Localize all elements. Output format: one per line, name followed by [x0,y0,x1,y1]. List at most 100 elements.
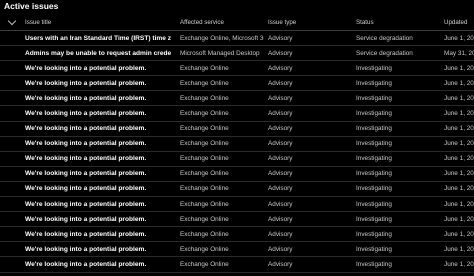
updated-date: June 1, 2023 [444,34,474,42]
table-row[interactable]: Admins may be unable to request admin cr… [0,46,474,62]
table-row[interactable]: We're looking into a potential problem. E… [0,257,474,273]
issue-type: Advisory [268,94,293,102]
table-row[interactable]: We're looking into a potential problem. E… [0,227,474,243]
issue-title-link[interactable]: We're looking into a potential problem. [25,227,171,241]
updated-date: June 1, 2023 [444,185,474,193]
row-select-circle [8,34,16,42]
issue-status: Service degradation [356,34,413,42]
issue-type: Advisory [268,185,293,193]
column-header-updated[interactable]: Updated [444,14,474,30]
row-select-toggle[interactable] [6,46,18,60]
updated-date: June 1, 2023 [444,94,474,102]
issue-type: Advisory [268,79,293,87]
issue-type: Advisory [268,273,350,276]
affected-service: Exchange Online [180,245,229,253]
issue-title-link[interactable]: We're looking into a potential problem. [25,167,171,181]
affected-service: Exchange Online, Microsoft 365 sui [180,34,264,42]
table-row[interactable]: We're looking into a potential problem. E… [0,197,474,213]
issue-status: Investigating [356,273,440,276]
column-header-service[interactable]: Affected service [180,14,264,30]
row-select-toggle[interactable] [6,76,18,90]
column-header-title[interactable]: Issue title [25,14,171,30]
affected-service: Exchange Online [180,79,229,87]
issue-title-link[interactable]: We're looking into a potential problem. [25,212,171,226]
updated-date: June 1, 2023 [444,79,474,87]
row-select-toggle[interactable] [6,257,18,271]
updated-date: June 1, 2023 [444,110,474,118]
row-select-circle [8,140,16,148]
row-select-circle [8,79,16,87]
row-select-toggle[interactable] [6,61,18,75]
issue-title-link[interactable]: We're looking into a potential problem. [25,106,171,120]
issue-title-link[interactable]: We're looking into a potential problem. [25,273,171,276]
row-select-toggle[interactable] [6,137,18,151]
table-row[interactable]: We're looking into a potential problem. E… [0,212,474,228]
row-select-toggle[interactable] [6,182,18,196]
row-select-toggle[interactable] [6,227,18,241]
issue-title-link[interactable]: We're looking into a potential problem. [25,197,171,211]
row-select-circle [8,125,16,133]
issue-type: Advisory [268,155,293,163]
issue-title-link[interactable]: Admins may be unable to request admin cr… [25,46,171,60]
table-row[interactable]: We're looking into a potential problem. E… [0,182,474,198]
table-row[interactable]: We're looking into a potential problem. E… [0,242,474,258]
updated-date: June 1, 2023 [444,230,474,238]
issue-title-link[interactable]: We're looking into a potential problem. [25,182,171,196]
table-row[interactable]: We're looking into a potential problem. E… [0,91,474,107]
select-all-toggle[interactable] [6,14,18,30]
issue-title-link[interactable]: We're looking into a potential problem. [25,137,171,151]
issue-title-link[interactable]: We're looking into a potential problem. [25,152,171,166]
issue-type: Advisory [268,140,293,148]
updated-date: June 1, 2023 [444,170,474,178]
affected-service: Exchange Online [180,273,264,276]
issue-title-link[interactable]: We're looking into a potential problem. [25,91,171,105]
row-select-toggle[interactable] [6,242,18,256]
row-select-circle [8,230,16,238]
issue-type: Advisory [268,125,293,133]
row-select-toggle[interactable] [6,167,18,181]
row-select-toggle[interactable] [6,197,18,211]
issues-table: Issue title Affected service Issue type … [0,14,474,276]
table-row[interactable]: We're looking into a potential problem. E… [0,76,474,92]
table-row[interactable]: We're looking into a potential problem. E… [0,137,474,152]
issue-title-link[interactable]: We're looking into a potential problem. [25,242,171,256]
row-select-circle [8,170,16,178]
table-row[interactable]: We're looking into a potential problem. E… [0,122,474,137]
affected-service: Exchange Online [180,125,229,133]
table-row[interactable]: We're looking into a potential problem. E… [0,152,474,167]
row-select-toggle[interactable] [6,106,18,120]
service-health-page: Active issues Issue title Affected servi… [0,0,474,276]
row-select-toggle[interactable] [6,31,18,45]
issue-status: Investigating [356,200,392,208]
row-select-circle [8,110,16,118]
table-row[interactable]: We're looking into a potential problem. E… [0,61,474,77]
issue-title-link[interactable]: Users with an Iran Standard Time (IRST) … [25,31,171,45]
row-select-toggle[interactable] [6,152,18,166]
row-select-circle [8,260,16,268]
table-row[interactable]: We're looking into a potential problem. E… [0,273,474,276]
row-select-toggle[interactable] [6,122,18,136]
affected-service: Exchange Online [180,110,229,118]
issue-title-link[interactable]: We're looking into a potential problem. [25,122,171,136]
row-select-toggle[interactable] [6,91,18,105]
table-row[interactable]: We're looking into a potential problem. E… [0,167,474,182]
issue-type: Advisory [268,200,293,208]
updated-date: June 1, 2023 [444,140,474,148]
table-row[interactable]: We're looking into a potential problem. E… [0,106,474,122]
row-select-circle [8,215,16,223]
row-select-circle [8,155,16,163]
issue-title-link[interactable]: We're looking into a potential problem. [25,76,171,90]
affected-service: Exchange Online [180,260,229,268]
column-header-type[interactable]: Issue type [268,14,350,30]
row-select-toggle[interactable] [6,212,18,226]
issue-status: Investigating [356,94,392,102]
row-select-circle [8,94,16,102]
table-row[interactable]: Users with an Iran Standard Time (IRST) … [0,31,474,47]
row-select-toggle[interactable] [6,273,18,276]
issue-title-link[interactable]: We're looking into a potential problem. [25,257,171,271]
updated-date: June 1, 2023 [444,260,474,268]
updated-date: June 1, 2023 [444,273,474,276]
issue-title-link[interactable]: We're looking into a potential problem. [25,61,171,75]
column-header-status[interactable]: Status [356,14,440,30]
row-select-circle [8,64,16,72]
